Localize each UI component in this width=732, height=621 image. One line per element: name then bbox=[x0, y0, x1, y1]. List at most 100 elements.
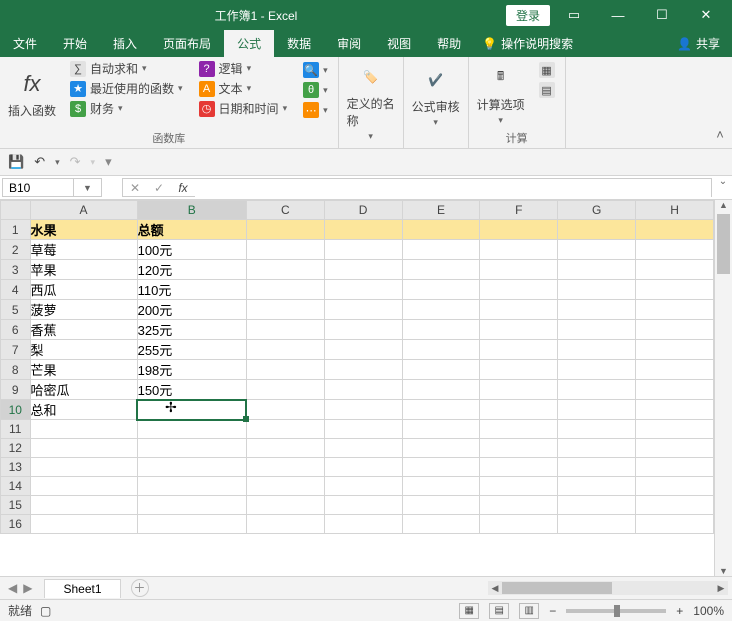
cell-H13[interactable] bbox=[636, 458, 714, 477]
tab-data[interactable]: 数据 bbox=[274, 30, 324, 57]
row-header-2[interactable]: 2 bbox=[1, 240, 31, 260]
cell-F12[interactable] bbox=[480, 439, 558, 458]
cell-G7[interactable] bbox=[558, 340, 636, 360]
scroll-up-icon[interactable]: ▲ bbox=[715, 200, 732, 210]
cell-A16[interactable] bbox=[30, 515, 137, 534]
cell-C8[interactable] bbox=[246, 360, 324, 380]
zoom-level[interactable]: 100% bbox=[693, 604, 724, 618]
col-header-A[interactable]: A bbox=[30, 201, 137, 220]
redo-dd[interactable]: ▾ bbox=[91, 157, 96, 168]
tab-review[interactable]: 审阅 bbox=[324, 30, 374, 57]
cell-F15[interactable] bbox=[480, 496, 558, 515]
cancel-formula-icon[interactable]: ✕ bbox=[123, 181, 147, 195]
row-header-16[interactable]: 16 bbox=[1, 515, 31, 534]
cell-A2[interactable]: 草莓 bbox=[30, 240, 137, 260]
cell-C2[interactable] bbox=[246, 240, 324, 260]
cell-H12[interactable] bbox=[636, 439, 714, 458]
cell-H10[interactable] bbox=[636, 400, 714, 420]
cell-B15[interactable] bbox=[137, 496, 246, 515]
cell-G3[interactable] bbox=[558, 260, 636, 280]
cell-E15[interactable] bbox=[402, 496, 480, 515]
zoom-out-icon[interactable]: − bbox=[549, 604, 556, 618]
cell-B1[interactable]: 总额 bbox=[137, 220, 246, 240]
cell-A14[interactable] bbox=[30, 477, 137, 496]
tab-nav-next-icon[interactable]: ▶ bbox=[23, 581, 32, 595]
row-header-5[interactable]: 5 bbox=[1, 300, 31, 320]
normal-view-icon[interactable]: ▦ bbox=[459, 603, 479, 619]
cell-H3[interactable] bbox=[636, 260, 714, 280]
math-button[interactable]: θ▾ bbox=[299, 81, 332, 99]
cell-C16[interactable] bbox=[246, 515, 324, 534]
cell-G6[interactable] bbox=[558, 320, 636, 340]
autosum-button[interactable]: ∑ 自动求和▾ bbox=[66, 59, 187, 78]
cell-E8[interactable] bbox=[402, 360, 480, 380]
cell-H16[interactable] bbox=[636, 515, 714, 534]
tab-insert[interactable]: 插入 bbox=[100, 30, 150, 57]
cell-C6[interactable] bbox=[246, 320, 324, 340]
datetime-button[interactable]: ◷ 日期和时间▾ bbox=[195, 99, 292, 118]
formula-input[interactable] bbox=[195, 179, 711, 197]
cell-G14[interactable] bbox=[558, 477, 636, 496]
cell-H4[interactable] bbox=[636, 280, 714, 300]
cell-C15[interactable] bbox=[246, 496, 324, 515]
spreadsheet-grid[interactable]: A B C D E F G H 1水果总额2草莓100元3苹果120元4西瓜11… bbox=[0, 200, 714, 534]
save-icon[interactable]: 💾 bbox=[8, 154, 24, 170]
cell-B6[interactable]: 325元 bbox=[137, 320, 246, 340]
col-header-D[interactable]: D bbox=[324, 201, 402, 220]
select-all-corner[interactable] bbox=[1, 201, 31, 220]
cell-F2[interactable] bbox=[480, 240, 558, 260]
login-button[interactable]: 登录 bbox=[506, 5, 550, 26]
cell-B4[interactable]: 110元 bbox=[137, 280, 246, 300]
formula-audit-button[interactable]: ✔️ 公式审核 ▾ bbox=[410, 59, 462, 132]
cell-A12[interactable] bbox=[30, 439, 137, 458]
maximize-icon[interactable]: ☐ bbox=[642, 7, 682, 23]
cell-F5[interactable] bbox=[480, 300, 558, 320]
cell-A3[interactable]: 苹果 bbox=[30, 260, 137, 280]
name-box-dropdown-icon[interactable]: ▼ bbox=[73, 179, 101, 197]
cell-C3[interactable] bbox=[246, 260, 324, 280]
scroll-down-icon[interactable]: ▼ bbox=[715, 566, 732, 576]
zoom-slider[interactable] bbox=[566, 609, 666, 613]
cell-E10[interactable] bbox=[402, 400, 480, 420]
tab-home[interactable]: 开始 bbox=[50, 30, 100, 57]
horizontal-scrollbar[interactable]: ◀ ▶ bbox=[488, 581, 728, 595]
cell-H11[interactable] bbox=[636, 420, 714, 439]
qa-customize-icon[interactable]: ▾ bbox=[105, 154, 112, 170]
cell-H15[interactable] bbox=[636, 496, 714, 515]
cell-C13[interactable] bbox=[246, 458, 324, 477]
cell-E6[interactable] bbox=[402, 320, 480, 340]
cell-E3[interactable] bbox=[402, 260, 480, 280]
cell-D16[interactable] bbox=[324, 515, 402, 534]
scroll-left-icon[interactable]: ◀ bbox=[488, 581, 502, 595]
row-header-4[interactable]: 4 bbox=[1, 280, 31, 300]
cell-B8[interactable]: 198元 bbox=[137, 360, 246, 380]
cell-E9[interactable] bbox=[402, 380, 480, 400]
row-header-14[interactable]: 14 bbox=[1, 477, 31, 496]
cell-G11[interactable] bbox=[558, 420, 636, 439]
col-header-B[interactable]: B bbox=[137, 201, 246, 220]
tab-file[interactable]: 文件 bbox=[0, 30, 50, 57]
cell-B14[interactable] bbox=[137, 477, 246, 496]
cell-F11[interactable] bbox=[480, 420, 558, 439]
cell-D4[interactable] bbox=[324, 280, 402, 300]
row-header-13[interactable]: 13 bbox=[1, 458, 31, 477]
cell-F6[interactable] bbox=[480, 320, 558, 340]
cell-E13[interactable] bbox=[402, 458, 480, 477]
cell-E16[interactable] bbox=[402, 515, 480, 534]
cell-F7[interactable] bbox=[480, 340, 558, 360]
cell-E12[interactable] bbox=[402, 439, 480, 458]
cell-D10[interactable] bbox=[324, 400, 402, 420]
financial-button[interactable]: $ 财务▾ bbox=[66, 99, 187, 118]
cell-H8[interactable] bbox=[636, 360, 714, 380]
fx-button-icon[interactable]: fx bbox=[171, 181, 195, 195]
cell-F1[interactable] bbox=[480, 220, 558, 240]
cell-C5[interactable] bbox=[246, 300, 324, 320]
calc-now-button[interactable]: ▦ bbox=[535, 61, 559, 79]
tab-nav-prev-icon[interactable]: ◀ bbox=[8, 581, 17, 595]
row-header-9[interactable]: 9 bbox=[1, 380, 31, 400]
minimize-icon[interactable]: — bbox=[598, 8, 638, 23]
cell-A8[interactable]: 芒果 bbox=[30, 360, 137, 380]
undo-dd[interactable]: ▾ bbox=[55, 157, 60, 168]
row-header-6[interactable]: 6 bbox=[1, 320, 31, 340]
tab-formulas[interactable]: 公式 bbox=[224, 30, 274, 57]
